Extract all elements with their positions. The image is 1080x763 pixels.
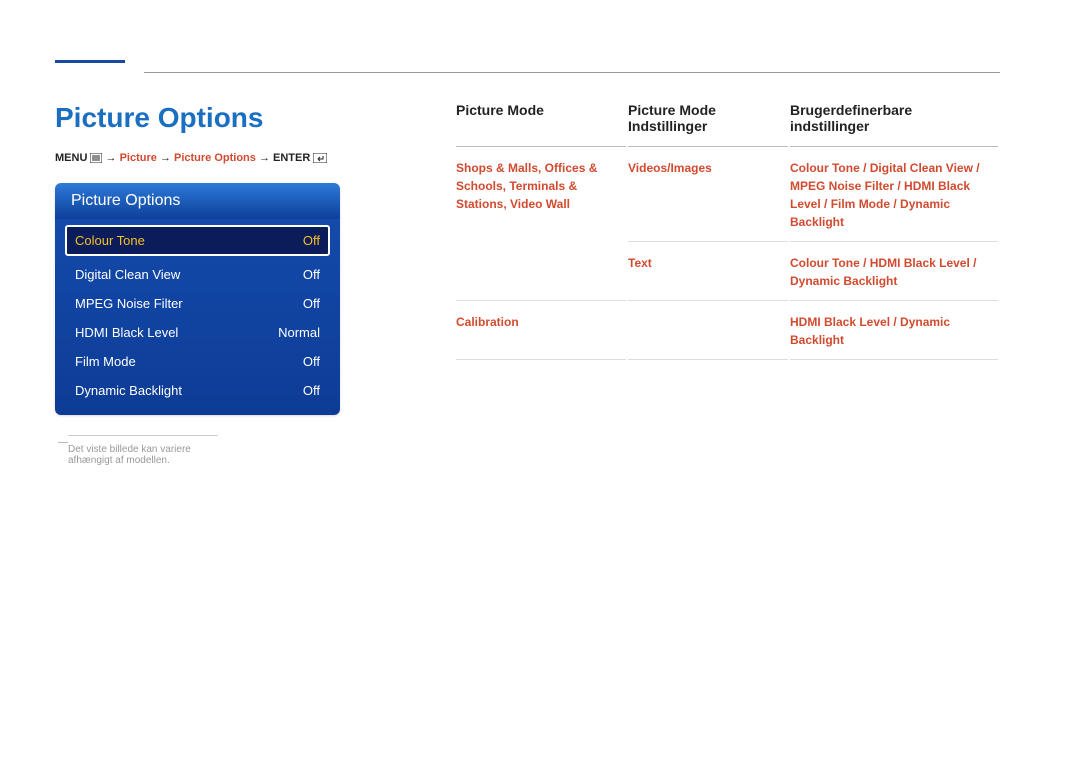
- table-cell: Calibration: [456, 303, 626, 360]
- menu-icon: [90, 152, 102, 164]
- osd-row-hdmi-black-level[interactable]: HDMI Black Level Normal: [65, 318, 330, 347]
- table-cell: Colour Tone / Digital Clean View / MPEG …: [790, 149, 998, 242]
- osd-row-value: Off: [303, 383, 320, 398]
- osd-row-label: HDMI Black Level: [75, 325, 178, 340]
- table-cell: [628, 303, 788, 360]
- osd-row-value: Off: [303, 233, 320, 248]
- settings-table: Picture Mode Picture Mode Indstillinger …: [454, 100, 1000, 362]
- enter-icon: [313, 152, 327, 164]
- breadcrumb-seg2: Picture Options: [174, 152, 256, 164]
- osd-row-value: Normal: [278, 325, 320, 340]
- osd-row-value: Off: [303, 354, 320, 369]
- breadcrumb: MENU → Picture → Picture Options → ENTER: [55, 152, 327, 164]
- osd-row-dynamic-backlight[interactable]: Dynamic Backlight Off: [65, 376, 330, 405]
- osd-row-film-mode[interactable]: Film Mode Off: [65, 347, 330, 376]
- osd-row-digital-clean-view[interactable]: Digital Clean View Off: [65, 260, 330, 289]
- breadcrumb-arrow: →: [160, 152, 171, 164]
- osd-header: Picture Options: [55, 183, 340, 219]
- osd-row-label: Digital Clean View: [75, 267, 180, 282]
- table-row: Calibration HDMI Black Level / Dynamic B…: [456, 303, 998, 360]
- osd-panel: Picture Options Colour Tone Off Digital …: [55, 183, 340, 415]
- breadcrumb-menu: MENU: [55, 152, 87, 164]
- osd-row-label: Film Mode: [75, 354, 136, 369]
- breadcrumb-arrow: →: [259, 152, 270, 164]
- table-cell: HDMI Black Level / Dynamic Backlight: [790, 303, 998, 360]
- table-cell: Shops & Malls, Offices & Schools, Termin…: [456, 149, 626, 301]
- breadcrumb-seg1: Picture: [120, 152, 157, 164]
- osd-row-colour-tone[interactable]: Colour Tone Off: [65, 225, 330, 256]
- table-header: Picture Mode Indstillinger: [628, 102, 788, 147]
- footnote-dash: ―: [58, 437, 68, 448]
- breadcrumb-arrow: →: [106, 152, 117, 164]
- osd-body: Colour Tone Off Digital Clean View Off M…: [55, 219, 340, 415]
- osd-row-mpeg-noise-filter[interactable]: MPEG Noise Filter Off: [65, 289, 330, 318]
- table-header: Brugerdefinerbare indstillinger: [790, 102, 998, 147]
- page-title: Picture Options: [55, 102, 263, 134]
- table-header: Picture Mode: [456, 102, 626, 147]
- osd-row-value: Off: [303, 296, 320, 311]
- osd-row-label: Colour Tone: [75, 233, 145, 248]
- table-cell: Text: [628, 244, 788, 301]
- table-cell: Videos/Images: [628, 149, 788, 242]
- table-cell: Colour Tone / HDMI Black Level / Dynamic…: [790, 244, 998, 301]
- footnote: Det viste billede kan variere afhængigt …: [68, 435, 218, 466]
- osd-row-value: Off: [303, 267, 320, 282]
- breadcrumb-enter: ENTER: [273, 152, 310, 164]
- horizontal-rule: [144, 72, 1000, 73]
- osd-row-label: Dynamic Backlight: [75, 383, 182, 398]
- chapter-rule: [55, 60, 125, 63]
- table-row: Shops & Malls, Offices & Schools, Termin…: [456, 149, 998, 242]
- osd-row-label: MPEG Noise Filter: [75, 296, 183, 311]
